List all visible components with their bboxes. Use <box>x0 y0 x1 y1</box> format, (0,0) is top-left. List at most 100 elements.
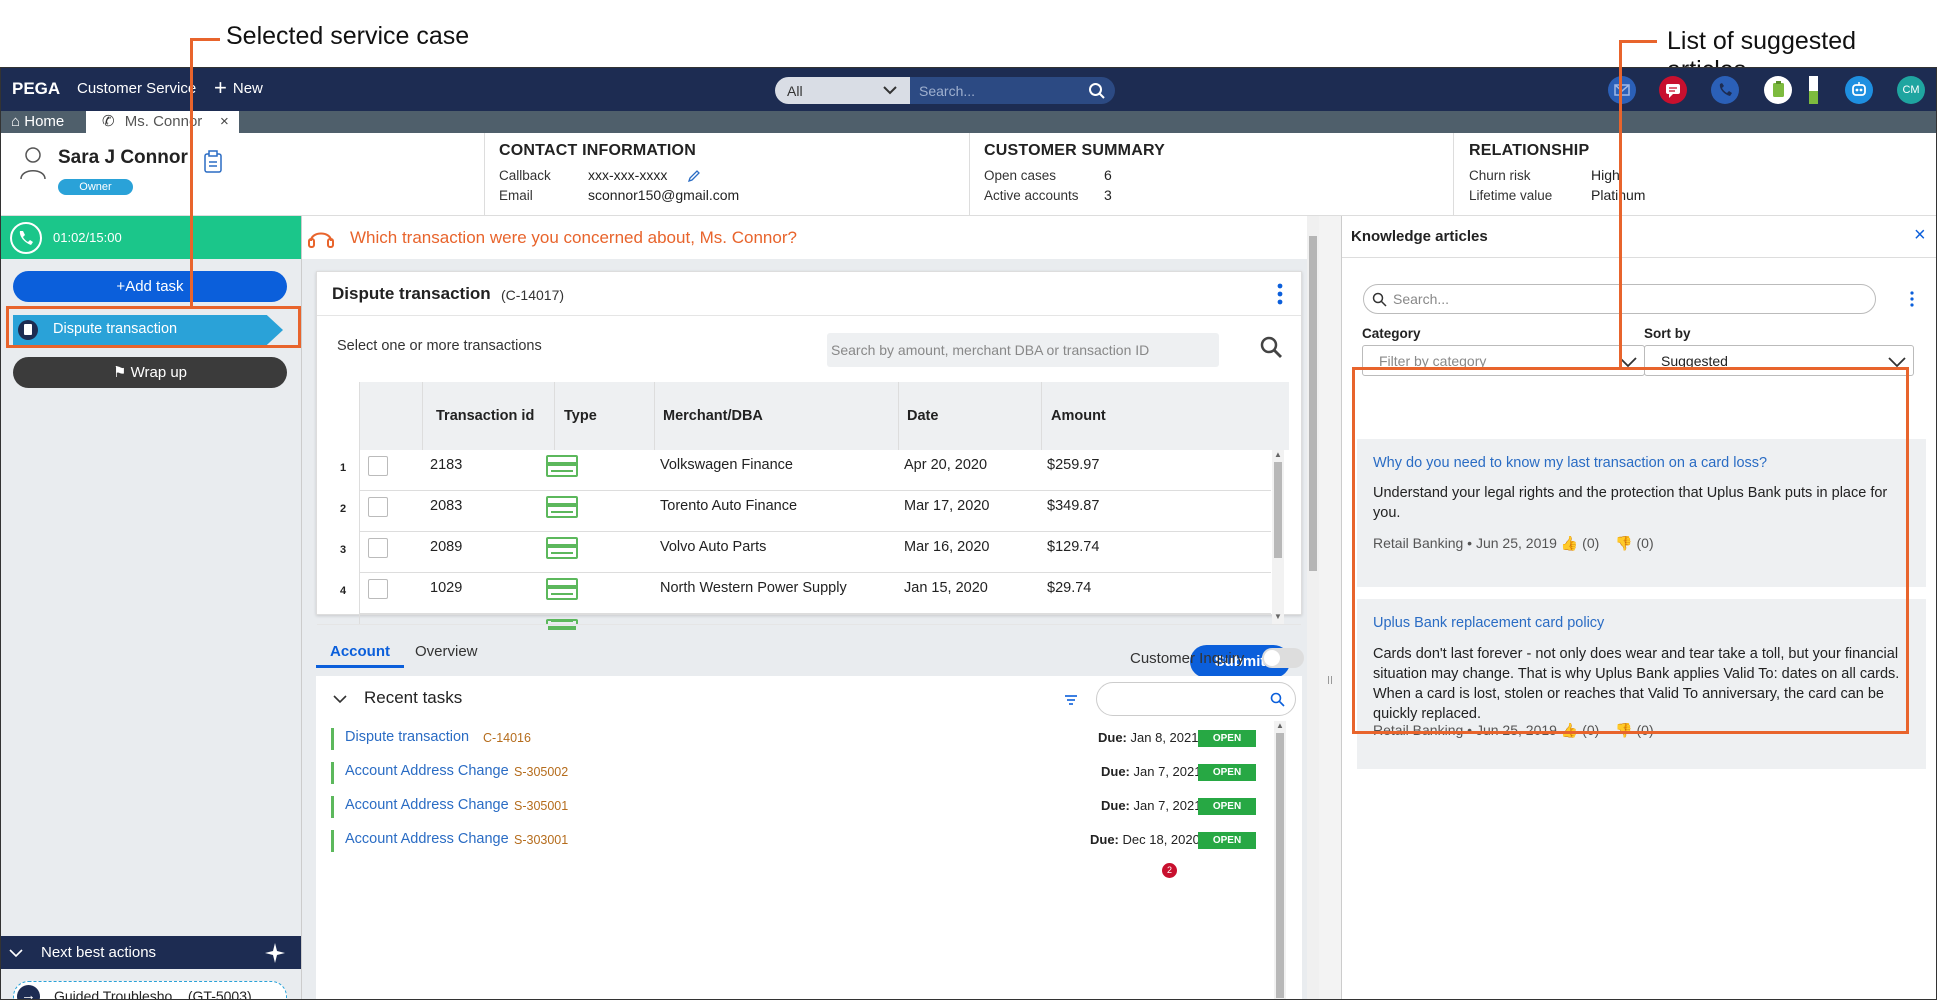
list-item[interactable]: Dispute transaction C-14016 Due: Jan 8, … <box>331 722 1266 756</box>
col-amount[interactable]: Amount <box>1051 408 1106 424</box>
email-channel-icon[interactable] <box>1608 76 1636 104</box>
filter-icon[interactable] <box>1063 693 1079 707</box>
col-transaction-id[interactable]: Transaction id <box>436 408 534 424</box>
row-checkbox[interactable] <box>368 538 388 558</box>
row-checkbox[interactable] <box>368 497 388 517</box>
email-label: Email <box>499 188 533 203</box>
credit-card-icon <box>546 455 578 477</box>
script-prompt: Which transaction were you concerned abo… <box>350 228 797 247</box>
pane-splitter[interactable] <box>1319 216 1341 999</box>
app-name: Customer Service <box>77 80 197 97</box>
col-type[interactable]: Type <box>564 408 597 424</box>
row-checkbox[interactable] <box>368 456 388 476</box>
tab-interaction[interactable]: ✆ Ms. Connor × <box>86 111 239 133</box>
recent-tasks-search[interactable] <box>1096 682 1296 716</box>
cell-merchant: Volvo Auto Parts <box>660 539 767 555</box>
recent-tasks-title: Recent tasks <box>364 688 463 707</box>
task-due: Jan 7, 2021 <box>1133 764 1202 779</box>
task-link[interactable]: Account Address Change <box>345 763 509 779</box>
more-vertical-icon[interactable] <box>1277 283 1283 305</box>
main-scrollbar-thumb[interactable] <box>1309 236 1317 571</box>
list-item[interactable]: Account Address Change S-305002 Due: Jan… <box>331 756 1266 790</box>
col-merchant[interactable]: Merchant/DBA <box>663 408 763 424</box>
new-button[interactable]: + New <box>214 76 263 100</box>
scroll-up-icon[interactable]: ▲ <box>1274 721 1286 731</box>
customer-inquiry-label: Customer Inquiry <box>1130 650 1245 667</box>
transaction-search-input[interactable]: Search by amount, merchant DBA or transa… <box>827 333 1219 367</box>
customer-summary-title: CUSTOMER SUMMARY <box>984 142 1165 159</box>
chat-channel-icon[interactable] <box>1659 76 1687 104</box>
row-divider <box>359 613 1271 614</box>
status-badge: OPEN <box>1198 730 1256 747</box>
close-panel-icon[interactable]: × <box>1914 224 1926 247</box>
status-badge: OPEN <box>1198 798 1256 815</box>
card-divider <box>317 315 1301 316</box>
header-divider <box>484 133 485 216</box>
row-checkbox[interactable] <box>368 579 388 599</box>
main-scrollbar[interactable] <box>1307 216 1319 999</box>
col-date[interactable]: Date <box>907 408 938 424</box>
more-vertical-icon[interactable] <box>1910 291 1914 307</box>
row-number: 2 <box>340 503 347 515</box>
cell-date: Jan 15, 2020 <box>904 580 988 596</box>
clipboard-status-icon[interactable] <box>1764 76 1792 104</box>
home-icon: ⌂ <box>11 113 21 130</box>
phone-timer-icon[interactable] <box>9 221 43 255</box>
next-best-actions-header[interactable]: Next best actions <box>1 936 301 969</box>
callout-line <box>1619 40 1657 43</box>
cell-transaction-id: 2083 <box>430 498 463 514</box>
task-link[interactable]: Account Address Change <box>345 797 509 813</box>
bot-assistant-icon[interactable] <box>1845 76 1873 104</box>
drag-handle-icon[interactable] <box>1328 676 1332 684</box>
credit-card-icon <box>546 496 578 518</box>
nba-guided-troubleshooting[interactable]: → Guided Troublesho... (GT-5003) <box>13 981 287 999</box>
global-search-input[interactable]: Search... <box>910 77 1115 104</box>
scroll-up-icon[interactable]: ▲ <box>1272 450 1284 460</box>
call-timer: 01:02/15:00 <box>53 230 122 245</box>
tab-home[interactable]: ⌂ Home <box>11 111 64 133</box>
table-col-divider <box>898 382 899 450</box>
task-status-bar <box>331 796 334 818</box>
chevron-down-icon[interactable] <box>333 694 347 704</box>
tasks-scrollbar-thumb[interactable] <box>1276 733 1284 998</box>
table-scrollbar[interactable]: ▲ ▼ <box>1272 450 1284 624</box>
search-icon[interactable] <box>1088 82 1106 100</box>
cell-date: Apr 20, 2020 <box>904 457 988 473</box>
tasks-scrollbar[interactable]: ▲ <box>1274 721 1286 999</box>
row-number: 4 <box>340 585 347 597</box>
open-cases-value: 6 <box>1104 167 1112 183</box>
user-avatar[interactable]: CM <box>1897 76 1925 104</box>
phone-channel-icon[interactable] <box>1711 76 1739 104</box>
header-divider <box>1453 133 1454 216</box>
callback-value: xxx-xxx-xxxx <box>588 167 668 183</box>
contact-info-title: CONTACT INFORMATION <box>499 142 696 159</box>
table-col-divider <box>422 382 423 450</box>
search-scope-select[interactable]: All <box>775 77 910 104</box>
tab-account[interactable]: Account <box>316 640 404 668</box>
active-accounts-value: 3 <box>1104 187 1112 203</box>
cell-date: Mar 16, 2020 <box>904 539 990 555</box>
search-icon[interactable] <box>1259 335 1283 359</box>
callout-highlight-articles <box>1352 367 1909 734</box>
wrap-up-button[interactable]: ⚑ Wrap up <box>13 357 287 388</box>
task-id: S-303001 <box>514 833 569 847</box>
tab-overview[interactable]: Overview <box>415 640 495 668</box>
task-link[interactable]: Dispute transaction <box>345 729 469 745</box>
table-scrollbar-thumb[interactable] <box>1274 462 1282 558</box>
add-task-button[interactable]: +Add task <box>13 271 287 302</box>
close-tab-icon[interactable]: × <box>220 111 229 133</box>
clipboard-icon[interactable] <box>203 150 223 174</box>
task-link[interactable]: Account Address Change <box>345 831 509 847</box>
callout-line <box>1619 40 1622 369</box>
list-item[interactable]: Account Address Change S-303001 Due: Dec… <box>331 824 1266 858</box>
callout-line <box>190 38 193 308</box>
edit-pencil-icon[interactable] <box>687 169 701 183</box>
active-accounts-label: Active accounts <box>984 188 1079 203</box>
customer-inquiry-toggle[interactable] <box>1262 648 1304 668</box>
status-badge: OPEN <box>1198 764 1256 781</box>
list-item[interactable]: Account Address Change S-305001 Due: Jan… <box>331 790 1266 824</box>
due-label: Due: <box>1101 798 1130 813</box>
scroll-down-icon[interactable]: ▼ <box>1272 612 1284 622</box>
search-icon[interactable] <box>1270 692 1285 707</box>
status-badge: OPEN <box>1198 832 1256 849</box>
